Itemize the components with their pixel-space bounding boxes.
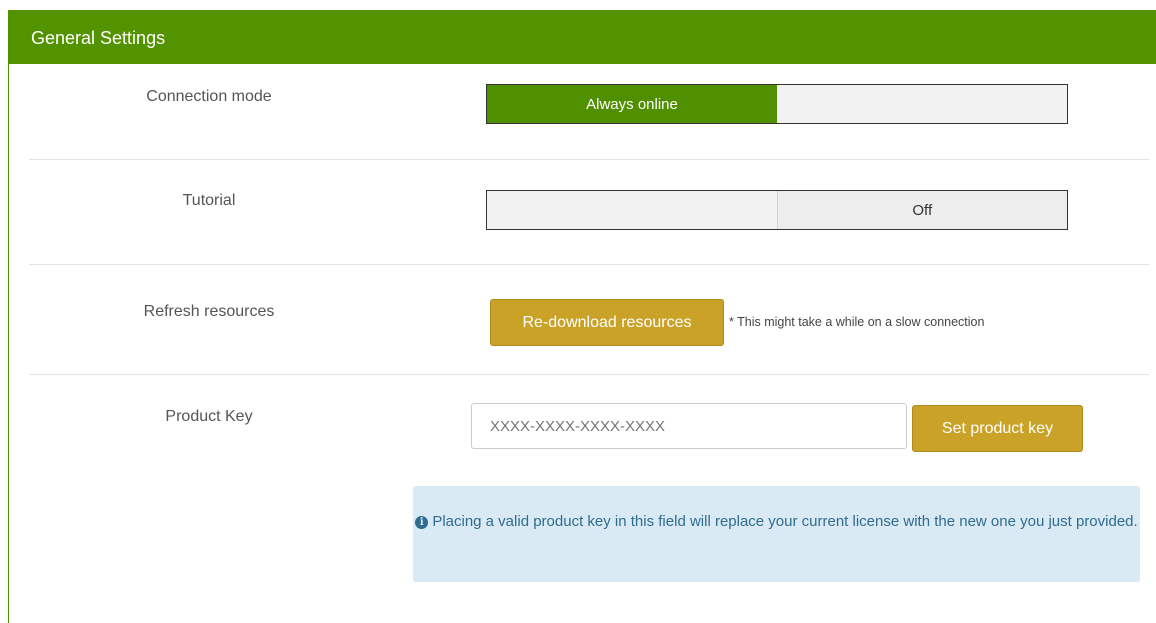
connection-option-always-online[interactable]: Always online [487, 85, 777, 123]
tutorial-option-off[interactable]: Off [776, 191, 1067, 229]
panel-title: General Settings [9, 10, 1156, 64]
tutorial-label: Tutorial [182, 192, 236, 209]
divider [29, 374, 1149, 375]
connection-mode-toggle[interactable]: Always online [486, 84, 1068, 124]
product-key-info-box: i Placing a valid product key in this fie… [413, 486, 1140, 582]
info-text: Placing a valid product key in this fiel… [432, 513, 1138, 530]
product-key-label: Product Key [165, 408, 253, 425]
connection-mode-label: Connection mode [146, 88, 272, 105]
divider [29, 264, 1149, 265]
set-product-key-button[interactable]: Set product key [912, 405, 1083, 452]
divider [29, 159, 1149, 160]
tutorial-toggle[interactable]: Off [486, 190, 1068, 230]
refresh-note: * This might take a while on a slow conn… [729, 315, 985, 329]
product-key-input[interactable] [471, 403, 907, 449]
re-download-resources-button[interactable]: Re-download resources [490, 299, 724, 346]
connection-option-empty[interactable] [777, 85, 1067, 123]
tutorial-option-empty[interactable] [487, 191, 777, 229]
general-settings-panel: General Settings Connection mode Always … [8, 10, 1156, 623]
refresh-resources-label: Refresh resources [143, 303, 275, 320]
info-circle-icon: i [415, 516, 429, 529]
